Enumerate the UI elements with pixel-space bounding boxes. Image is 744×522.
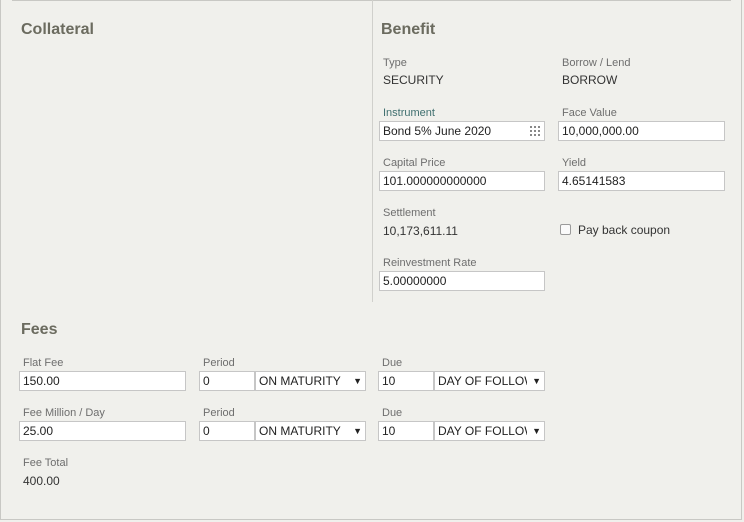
fee-million-due-option: DAY OF FOLLOWING [438,424,527,438]
settlement-value: 10,173,611.11 [383,224,458,238]
fee-million-period-field[interactable]: 0 [199,421,255,441]
flat-fee-due-select[interactable]: DAY OF FOLLOWING ▼ [434,371,545,391]
benefit-title: Benefit [381,21,436,38]
chevron-down-icon: ▼ [353,426,362,436]
top-border-left [12,0,372,1]
fee-million-day-label: Fee Million / Day [23,407,105,419]
borrow-lend-label: Borrow / Lend [562,57,631,69]
fee-million-period-select[interactable]: ON MATURITY ▼ [255,421,366,441]
chevron-down-icon: ▼ [532,376,541,386]
fee-total-value: 400.00 [23,474,60,488]
fee-million-period-option: ON MATURITY [259,424,341,438]
fee-million-due-field[interactable]: 10 [378,421,434,441]
flat-fee-label: Flat Fee [23,357,64,369]
flat-fee-period-label: Period [203,357,235,369]
instrument-field[interactable]: Bond 5% June 2020 [379,121,545,141]
face-value-label: Face Value [562,107,617,119]
type-value: SECURITY [383,73,444,87]
collateral-title: Collateral [21,21,94,38]
settlement-label: Settlement [383,207,436,219]
reinvestment-rate-field[interactable]: 5.00000000 [379,271,545,291]
fee-million-due-select[interactable]: DAY OF FOLLOWING ▼ [434,421,545,441]
instrument-value: Bond 5% June 2020 [383,124,492,138]
flat-fee-period-select[interactable]: ON MATURITY ▼ [255,371,366,391]
chevron-down-icon: ▼ [532,426,541,436]
fee-million-day-field[interactable]: 25.00 [19,421,186,441]
fee-million-period-label: Period [203,407,235,419]
borrow-lend-value: BORROW [562,73,618,87]
panel-frame [0,0,742,520]
reinvestment-rate-label: Reinvestment Rate [383,257,477,269]
yield-label: Yield [562,157,587,169]
capital-price-label: Capital Price [383,157,446,169]
type-label: Type [383,57,407,69]
fee-total-label: Fee Total [23,457,69,469]
top-border-right [373,0,731,1]
chevron-down-icon: ▼ [353,376,362,386]
flat-fee-due-label: Due [382,357,403,369]
pay-back-coupon-checkbox[interactable] [560,224,571,235]
fee-million-due-label: Due [382,407,403,419]
face-value-field[interactable]: 10,000,000.00 [558,121,725,141]
flat-fee-due-field[interactable]: 10 [378,371,434,391]
flat-fee-field[interactable]: 150.00 [19,371,186,391]
flat-fee-due-option: DAY OF FOLLOWING [438,374,527,388]
flat-fee-period-option: ON MATURITY [259,374,341,388]
pay-back-coupon-label: Pay back coupon [578,223,671,237]
yield-field[interactable]: 4.65141583 [558,171,725,191]
capital-price-field[interactable]: 101.000000000000 [379,171,545,191]
flat-fee-period-field[interactable]: 0 [199,371,255,391]
grid-icon[interactable] [530,126,540,136]
column-divider [372,0,373,302]
instrument-label: Instrument [383,107,435,119]
fees-title: Fees [21,321,58,338]
